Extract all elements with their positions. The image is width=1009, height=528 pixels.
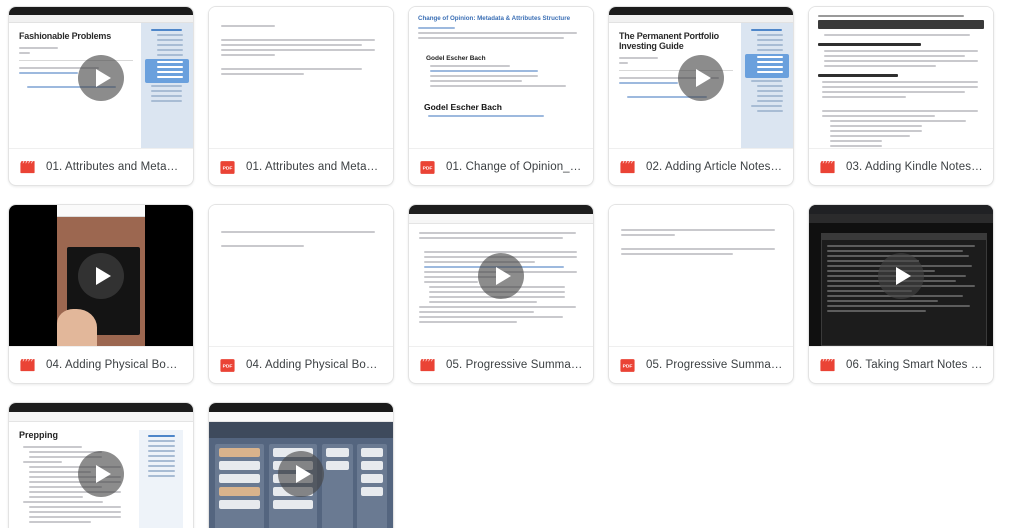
thumb-heading: Change of Opinion: Metadata & Attributes… <box>418 15 571 22</box>
file-card[interactable]: PDF 04. Adding Physical Boo… <box>208 204 394 384</box>
article-document-preview: Change of Opinion: Metadata & Attributes… <box>409 7 593 148</box>
video-file-icon <box>19 159 36 176</box>
kindle-notes-preview <box>809 7 993 148</box>
thumb-heading: Prepping <box>19 430 59 440</box>
video-file-icon <box>619 159 636 176</box>
video-file-icon <box>819 357 836 374</box>
pdf-file-icon: PDF <box>619 357 636 374</box>
file-title: 03. Adding Kindle Notes … <box>846 161 983 173</box>
file-thumbnail[interactable] <box>609 205 793 347</box>
thumb-heading: The Permanent Portfolio Investing Guide <box>619 31 719 52</box>
file-thumbnail[interactable] <box>409 205 593 347</box>
play-overlay-icon[interactable] <box>78 450 124 497</box>
pdf-file-icon: PDF <box>219 357 236 374</box>
window-titlebar <box>9 7 193 15</box>
file-card[interactable]: Prepping <box>8 402 194 528</box>
file-card[interactable]: The Permanent Portfolio Investing Guide <box>608 6 794 186</box>
file-card[interactable]: Fashionable Problems 01. Attributes and … <box>8 6 194 186</box>
metadata-sidebar <box>141 23 193 148</box>
file-thumbnail[interactable]: Fashionable Problems <box>9 7 193 149</box>
file-thumbnail[interactable] <box>209 205 393 347</box>
play-overlay-icon[interactable] <box>478 252 524 299</box>
play-overlay-icon[interactable] <box>278 450 324 497</box>
file-thumbnail[interactable]: Change of Opinion: Metadata & Attributes… <box>409 7 593 149</box>
pdf-file-icon: PDF <box>419 159 436 176</box>
window-urlbar <box>9 15 193 23</box>
metadata-sidebar <box>741 23 793 148</box>
svg-text:PDF: PDF <box>423 165 433 171</box>
file-thumbnail[interactable]: The Permanent Portfolio Investing Guide <box>609 7 793 149</box>
video-file-icon <box>419 357 436 374</box>
file-title: 05. Progressive Summari… <box>446 359 583 371</box>
file-title: 01. Attributes and Metad… <box>46 161 183 173</box>
play-overlay-icon[interactable] <box>878 252 924 299</box>
file-card[interactable]: 04. Adding Physical Boo… <box>8 204 194 384</box>
file-title: 04. Adding Physical Boo… <box>246 359 383 371</box>
file-thumbnail[interactable] <box>809 205 993 347</box>
pdf-file-icon: PDF <box>219 159 236 176</box>
thumb-subheading: Godel Escher Bach <box>426 55 486 63</box>
file-card[interactable]: 03. Adding Kindle Notes … <box>808 6 994 186</box>
file-card[interactable]: 05. Progressive Summari… <box>408 204 594 384</box>
text-document-preview <box>209 7 393 148</box>
thumb-subheading-2: Godel Escher Bach <box>424 102 502 113</box>
file-thumbnail[interactable]: Prepping <box>9 403 193 528</box>
file-thumbnail[interactable] <box>209 403 393 528</box>
text-document-preview <box>209 205 393 346</box>
video-file-icon <box>819 159 836 176</box>
sidebar-panel <box>139 430 183 528</box>
play-overlay-icon[interactable] <box>78 252 124 299</box>
file-title: 01. Attributes and Metad… <box>246 161 383 173</box>
file-card[interactable]: PDF 05. Progressive Summari… <box>608 204 794 384</box>
svg-text:PDF: PDF <box>223 363 233 369</box>
file-grid: Fashionable Problems 01. Attributes and … <box>0 0 1009 528</box>
file-title: 02. Adding Article Notes … <box>646 161 783 173</box>
file-thumbnail[interactable] <box>9 205 193 347</box>
file-thumbnail[interactable] <box>809 7 993 149</box>
file-title: 04. Adding Physical Boo… <box>46 359 183 371</box>
file-title: 01. Change of Opinion_ … <box>446 161 583 173</box>
file-card[interactable]: 06. Taking Smart Notes i… <box>808 204 994 384</box>
svg-text:PDF: PDF <box>223 165 233 171</box>
file-thumbnail[interactable] <box>209 7 393 149</box>
file-card[interactable]: Change of Opinion: Metadata & Attributes… <box>408 6 594 186</box>
file-title: 05. Progressive Summari… <box>646 359 783 371</box>
play-overlay-icon[interactable] <box>78 54 124 101</box>
play-overlay-icon[interactable] <box>678 54 724 101</box>
file-card[interactable] <box>208 402 394 528</box>
text-document-preview <box>609 205 793 346</box>
video-file-icon <box>19 357 36 374</box>
svg-text:PDF: PDF <box>623 363 633 369</box>
file-card[interactable]: PDF 01. Attributes and Metad… <box>208 6 394 186</box>
file-title: 06. Taking Smart Notes i… <box>846 359 983 371</box>
thumb-heading: Fashionable Problems <box>19 31 112 41</box>
